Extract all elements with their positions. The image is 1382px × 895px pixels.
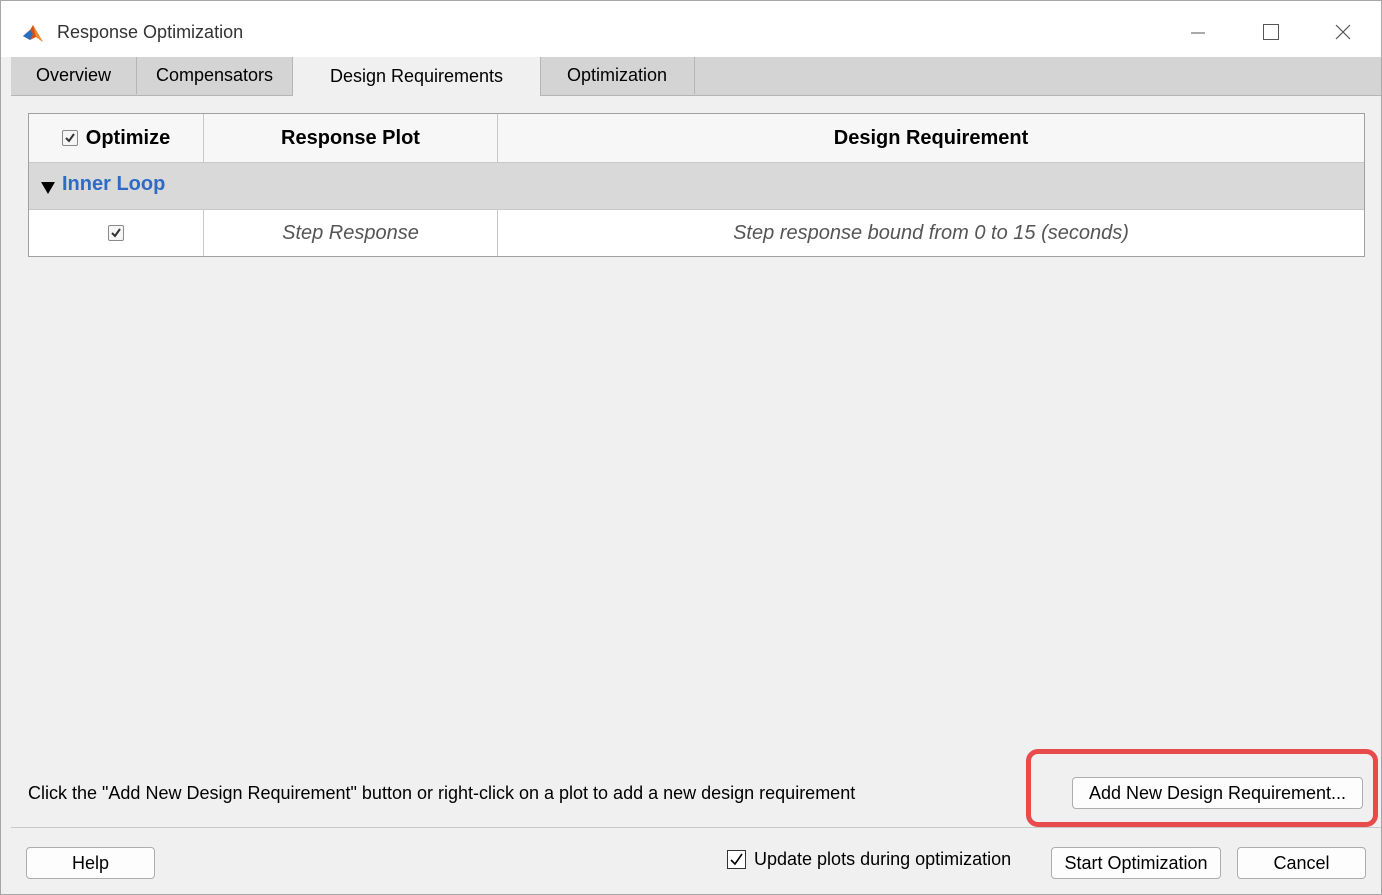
maximize-icon [1263, 24, 1279, 40]
row-design-requirement[interactable]: Step response bound from 0 to 15 (second… [498, 210, 1364, 256]
instruction-text: Click the "Add New Design Requirement" b… [28, 783, 856, 803]
update-plots-label: Update plots during optimization [754, 849, 1012, 869]
tab-compensators[interactable]: Compensators [137, 57, 293, 94]
group-label: Inner Loop [62, 173, 166, 195]
maximize-button[interactable] [1249, 15, 1293, 49]
header-design-requirement[interactable]: Design Requirement [498, 114, 1364, 162]
help-button[interactable]: Help [26, 847, 155, 879]
tab-bar: Overview Compensators Design Requirement… [11, 57, 1381, 96]
tab-overview[interactable]: Overview [11, 57, 137, 94]
row-optimize-cell [29, 210, 204, 256]
checkmark-icon [65, 133, 75, 143]
divider [11, 827, 1381, 828]
minimize-button[interactable] [1176, 15, 1220, 49]
cancel-button[interactable]: Cancel [1237, 847, 1366, 879]
tab-design-requirements[interactable]: Design Requirements [292, 57, 541, 96]
header-optimize[interactable]: Optimize [29, 114, 204, 162]
close-icon [1335, 24, 1351, 40]
row-optimize-checkbox[interactable] [108, 225, 124, 241]
response-optimization-window: Response Optimization Overview Compensat… [0, 0, 1382, 895]
group-row-inner-loop[interactable]: Inner Loop [29, 163, 1364, 210]
tab-optimization[interactable]: Optimization [540, 57, 695, 94]
checkmark-icon [111, 228, 121, 238]
window-title: Response Optimization [57, 22, 244, 42]
optimize-all-checkbox[interactable] [61, 130, 78, 146]
start-optimization-button[interactable]: Start Optimization [1051, 847, 1221, 879]
add-new-design-requirement-button[interactable]: Add New Design Requirement... [1072, 777, 1363, 809]
table-header: Optimize Response Plot Design Requiremen… [29, 114, 1364, 163]
matlab-logo-icon [23, 25, 43, 42]
row-response-plot[interactable]: Step Response [204, 210, 498, 256]
header-response-plot[interactable]: Response Plot [204, 114, 498, 162]
checkmark-icon [730, 853, 743, 866]
close-button[interactable] [1321, 15, 1365, 49]
requirements-table: Optimize Response Plot Design Requiremen… [28, 113, 1365, 257]
title-bar: Response Optimization [1, 1, 1381, 57]
minimize-icon [1191, 32, 1205, 34]
update-plots-checkbox[interactable] [727, 850, 746, 869]
expand-triangle-icon[interactable] [41, 182, 55, 194]
update-plots-option[interactable]: Update plots during optimization [727, 849, 1011, 870]
header-optimize-label: Optimize [85, 126, 171, 149]
table-row[interactable]: Step Response Step response bound from 0… [29, 210, 1364, 256]
